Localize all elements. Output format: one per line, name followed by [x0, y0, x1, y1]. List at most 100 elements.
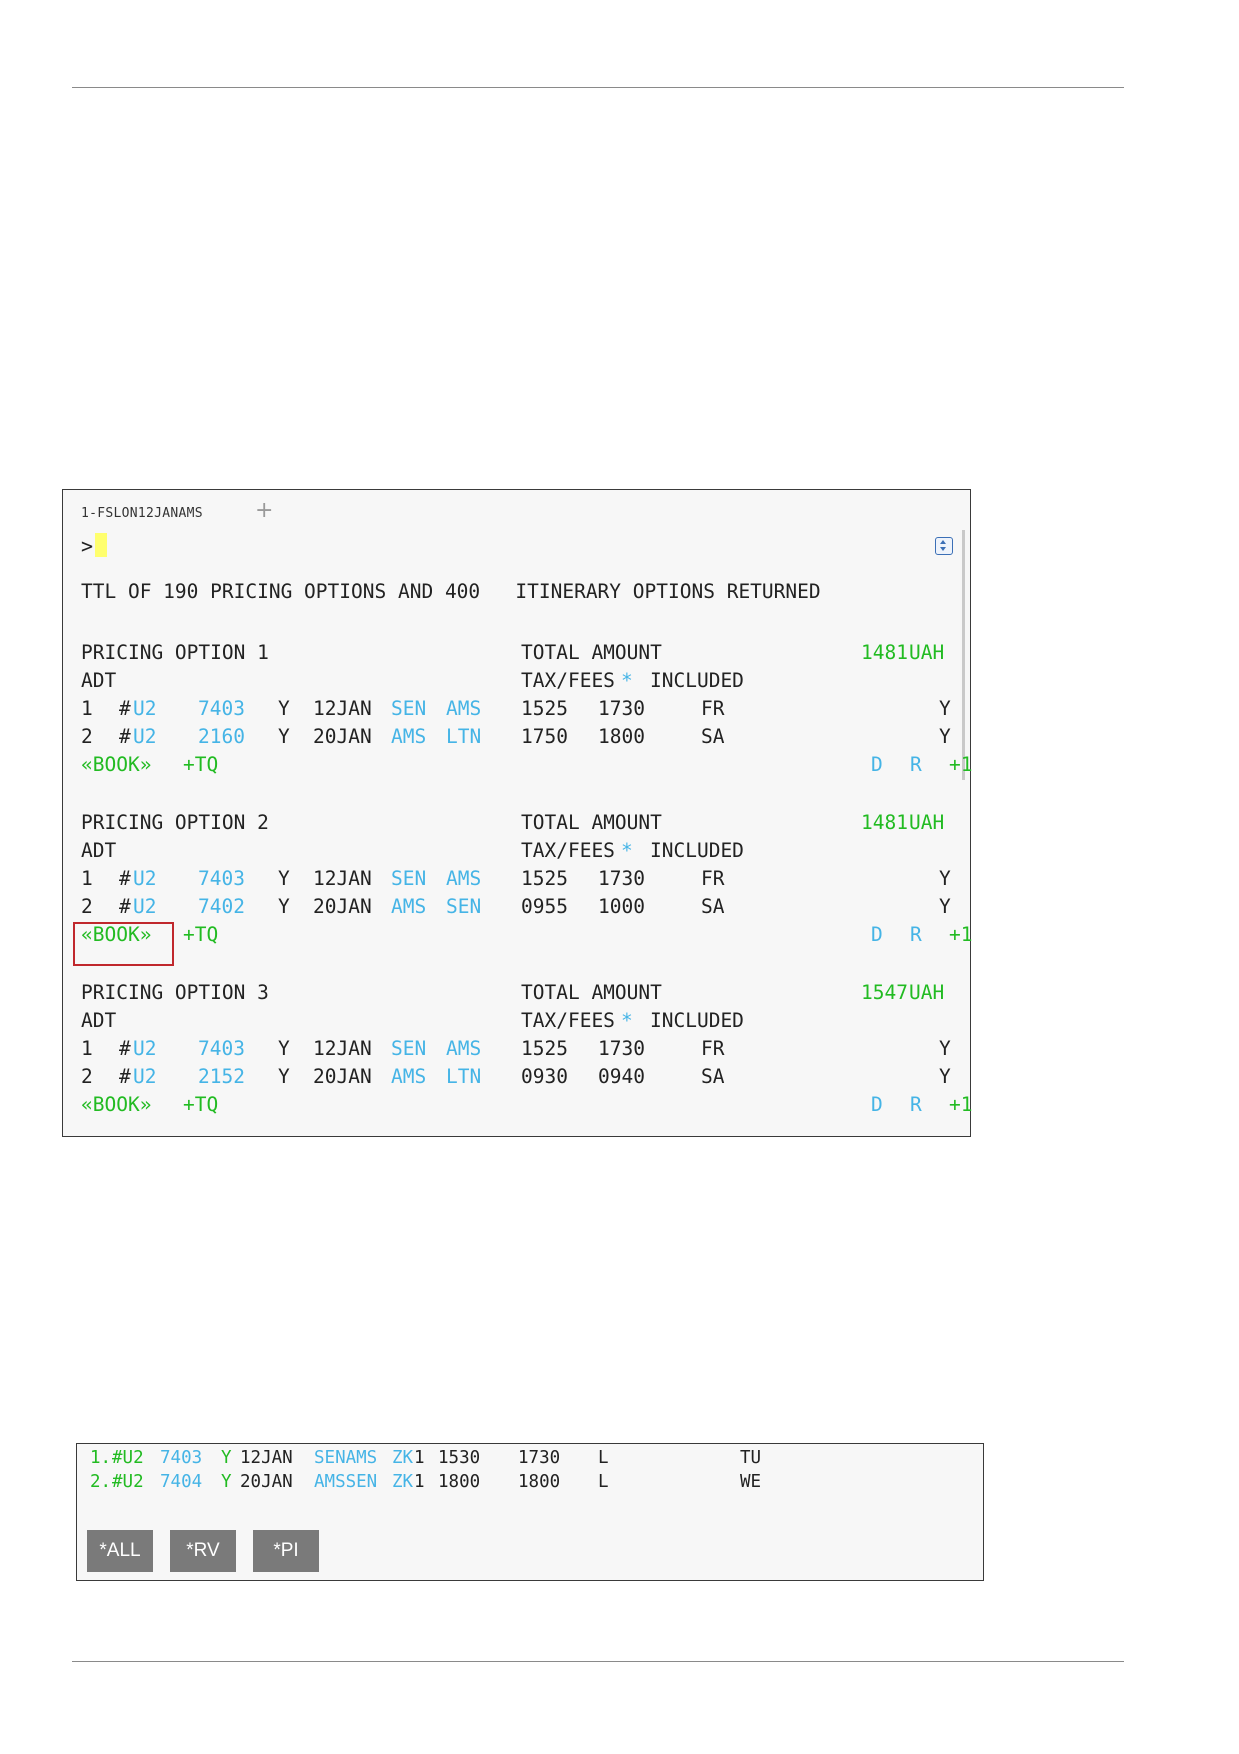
pricing-option-title: PRICING OPTION 1 — [81, 641, 269, 664]
pnr-code: L — [598, 1472, 609, 1492]
book-link[interactable]: «BOOK» — [81, 1092, 151, 1118]
details-link[interactable]: D — [871, 922, 883, 948]
arrival-time: 0940 — [598, 1065, 645, 1088]
tax-fees-star-link[interactable]: * — [621, 668, 633, 694]
pricing-option-title: PRICING OPTION 3 — [81, 981, 269, 1004]
pi-button[interactable]: *PI — [253, 1530, 319, 1572]
origin-airport-link[interactable]: AMS — [391, 1064, 426, 1090]
pnr-flight-link[interactable]: 7403 — [160, 1446, 202, 1470]
tq-link[interactable]: +TQ — [183, 922, 218, 948]
currency-code: UAH — [909, 641, 945, 664]
details-link[interactable]: D — [871, 1092, 883, 1118]
tab-session[interactable]: 1-FSLON12JANAMS — [81, 506, 203, 521]
destination-airport-link[interactable]: SEN — [446, 894, 481, 920]
origin-airport-link[interactable]: AMS — [391, 894, 426, 920]
total-amount-label: TOTAL AMOUNT — [521, 811, 662, 834]
booking-class: Y — [278, 697, 290, 720]
terminal-window: 1-FSLON12JANAMS + > TTL OF 190 PRICING O… — [62, 489, 972, 1137]
carrier-code-link[interactable]: U2 — [133, 866, 156, 892]
flight-number-link[interactable]: 7403 — [198, 866, 245, 892]
command-input[interactable] — [95, 533, 107, 557]
tax-fees-star-link[interactable]: * — [621, 1008, 633, 1034]
pnr-route-link[interactable]: SENAMS — [314, 1446, 377, 1470]
arrival-time: 1730 — [598, 867, 645, 890]
pnr-segment-number[interactable]: 2. — [90, 1470, 111, 1494]
flight-number-link[interactable]: 7402 — [198, 894, 245, 920]
destination-airport-link[interactable]: AMS — [446, 1036, 481, 1062]
booking-class: Y — [278, 895, 290, 918]
flight-number-link[interactable]: 2152 — [198, 1064, 245, 1090]
pnr-date: 20JAN — [240, 1472, 293, 1492]
scrollbar[interactable] — [962, 530, 965, 780]
rules-link[interactable]: R — [910, 752, 922, 778]
destination-airport-link[interactable]: AMS — [446, 696, 481, 722]
flight-number-link[interactable]: 2160 — [198, 724, 245, 750]
arrival-time: 1730 — [598, 1037, 645, 1060]
summary-line: TTL OF 190 PRICING OPTIONS AND 400 ITINE… — [81, 580, 821, 603]
flight-date: 20JAN — [313, 895, 372, 918]
carrier-code-link[interactable]: U2 — [133, 1036, 156, 1062]
plus-one-link[interactable]: +1 — [949, 922, 972, 948]
plus-one-link[interactable]: +1 — [949, 1092, 972, 1118]
total-amount-value: 1481 — [861, 811, 908, 834]
segment-number: 1 — [81, 867, 93, 890]
pnr-seat-count: 1 — [414, 1472, 425, 1492]
segment-hash: # — [119, 1065, 131, 1088]
pnr-booking-class: Y — [221, 1472, 232, 1492]
scroll-toggle-icon[interactable] — [935, 537, 953, 555]
booking-class: Y — [278, 1065, 290, 1088]
carrier-code-link[interactable]: U2 — [133, 724, 156, 750]
segment-flag: Y — [939, 895, 951, 918]
origin-airport-link[interactable]: SEN — [391, 866, 426, 892]
flight-date: 12JAN — [313, 867, 372, 890]
destination-airport-link[interactable]: LTN — [446, 724, 481, 750]
pnr-status: ZK — [392, 1472, 414, 1492]
plus-one-link[interactable]: +1 — [949, 752, 972, 778]
flight-number-link[interactable]: 7403 — [198, 696, 245, 722]
day-of-week: SA — [701, 725, 725, 748]
pnr-segment-number[interactable]: 1. — [90, 1446, 111, 1470]
destination-airport-link[interactable]: AMS — [446, 866, 481, 892]
departure-time: 1525 — [521, 867, 568, 890]
booking-class: Y — [278, 867, 290, 890]
flight-number-link[interactable]: 7403 — [198, 1036, 245, 1062]
pnr-day: WE — [740, 1472, 762, 1492]
origin-airport-link[interactable]: SEN — [391, 1036, 426, 1062]
passenger-type: ADT — [81, 669, 117, 692]
flight-date: 12JAN — [313, 1037, 372, 1060]
pnr-day: TU — [740, 1448, 762, 1468]
pnr-departure: 1800 — [438, 1472, 481, 1492]
segment-number: 1 — [81, 697, 93, 720]
arrival-time: 1800 — [598, 725, 645, 748]
departure-time: 1525 — [521, 1037, 568, 1060]
details-link[interactable]: D — [871, 752, 883, 778]
destination-airport-link[interactable]: LTN — [446, 1064, 481, 1090]
arrival-time: 1730 — [598, 697, 645, 720]
segment-number: 2 — [81, 895, 93, 918]
rules-link[interactable]: R — [910, 922, 922, 948]
carrier-code-link[interactable]: U2 — [133, 1064, 156, 1090]
origin-airport-link[interactable]: SEN — [391, 696, 426, 722]
all-button[interactable]: *ALL — [87, 1530, 153, 1572]
departure-time: 1750 — [521, 725, 568, 748]
pricing-option-title: PRICING OPTION 2 — [81, 811, 269, 834]
segment-flag: Y — [939, 867, 951, 890]
tax-fees-star-link[interactable]: * — [621, 838, 633, 864]
day-of-week: SA — [701, 895, 725, 918]
pnr-route-link[interactable]: AMSSEN — [314, 1470, 377, 1494]
pnr-flight-link[interactable]: 7404 — [160, 1470, 202, 1494]
rv-button[interactable]: *RV — [170, 1530, 236, 1572]
carrier-code-link[interactable]: U2 — [133, 696, 156, 722]
segment-hash: # — [119, 895, 131, 918]
total-amount-value: 1481 — [861, 641, 908, 664]
book-link[interactable]: «BOOK» — [81, 752, 151, 778]
pnr-date: 12JAN — [240, 1448, 293, 1468]
tq-link[interactable]: +TQ — [183, 752, 218, 778]
carrier-code-link[interactable]: U2 — [133, 894, 156, 920]
rules-link[interactable]: R — [910, 1092, 922, 1118]
tq-link[interactable]: +TQ — [183, 1092, 218, 1118]
add-tab-plus-icon[interactable]: + — [255, 498, 273, 523]
included-label: INCLUDED — [650, 839, 744, 862]
segment-hash: # — [119, 1037, 131, 1060]
origin-airport-link[interactable]: AMS — [391, 724, 426, 750]
